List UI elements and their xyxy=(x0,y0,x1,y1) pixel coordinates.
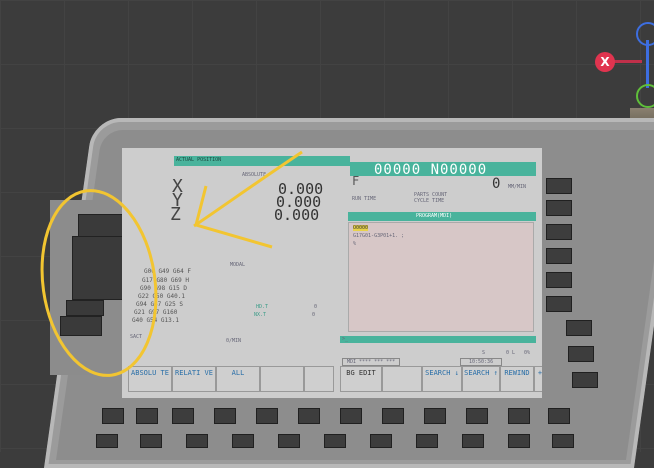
annotation-ellipse xyxy=(40,189,158,377)
annotation-overlay xyxy=(40,150,303,377)
annotation-arrow-shaft xyxy=(193,150,303,228)
